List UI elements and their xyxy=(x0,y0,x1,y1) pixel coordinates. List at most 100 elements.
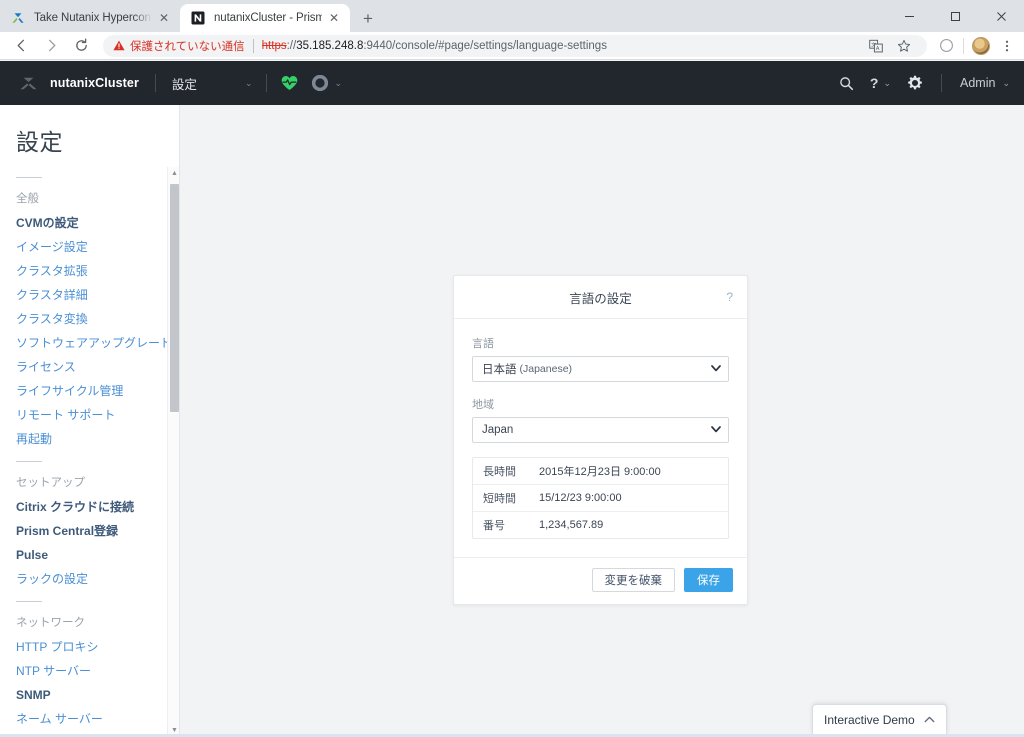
new-tab-button[interactable]: + xyxy=(354,4,382,32)
header-divider xyxy=(941,74,943,92)
svg-text:A: A xyxy=(876,46,880,52)
chevron-up-icon xyxy=(924,715,935,725)
window-close-button[interactable] xyxy=(978,0,1024,32)
interactive-demo-widget[interactable]: Interactive Demo xyxy=(812,704,947,734)
browser-tab-strip: Take Nutanix Hyperconverged Inf ✕ nutani… xyxy=(0,0,1024,32)
sidebar-item[interactable]: SNMP xyxy=(0,683,179,707)
save-button[interactable]: 保存 xyxy=(684,568,733,592)
chevron-down-icon[interactable]: ⌄ xyxy=(1002,78,1010,89)
header-right-actions: ? ⌄ Admin ⌄ xyxy=(823,74,1024,92)
header-divider xyxy=(154,74,156,92)
sidebar-group-label: セットアップ xyxy=(16,477,85,489)
sidebar-scrollbar[interactable]: ▲ ▼ xyxy=(167,167,179,737)
tab-close-icon[interactable]: ✕ xyxy=(326,10,342,26)
kebab-menu-icon[interactable] xyxy=(994,33,1020,59)
translate-icon[interactable]: 文 A xyxy=(863,35,889,57)
gear-icon[interactable] xyxy=(907,75,923,91)
preview-row-key: 番号 xyxy=(483,520,505,532)
sidebar-group-divider xyxy=(16,177,42,178)
nutanix-x-logo-icon[interactable] xyxy=(16,71,40,95)
sidebar-item[interactable]: クラスタ変換 xyxy=(0,307,179,331)
profile-circle-icon[interactable] xyxy=(933,33,959,59)
chevron-down-icon[interactable]: ⌄ xyxy=(245,78,253,89)
window-maximize-button[interactable] xyxy=(932,0,978,32)
sidebar-item[interactable]: NTP サーバー xyxy=(0,659,179,683)
sidebar-item[interactable]: クラスタ拡張 xyxy=(0,259,179,283)
sidebar-item[interactable]: CVMの設定 xyxy=(0,211,179,235)
scrollbar-thumb[interactable] xyxy=(170,184,179,412)
sidebar-item[interactable]: ソフトウェアアップグレード xyxy=(0,331,179,355)
help-icon[interactable]: ? xyxy=(870,75,879,91)
help-icon[interactable]: ? xyxy=(726,290,733,304)
sidebar-item[interactable]: イメージ設定 xyxy=(0,235,179,259)
sidebar-item[interactable]: ライフサイクル管理 xyxy=(0,379,179,403)
sidebar-item[interactable]: リモート サポート xyxy=(0,403,179,427)
sidebar-group-divider xyxy=(16,601,42,602)
address-bar-url: https://35.185.248.8:9440/console/#page/… xyxy=(262,40,607,52)
browser-tab-title: nutanixCluster - Prism Element xyxy=(214,12,322,24)
language-field-label: 言語 xyxy=(472,338,494,350)
sidebar-item[interactable]: 再起動 xyxy=(0,427,179,451)
discard-changes-button[interactable]: 変更を破棄 xyxy=(591,568,675,592)
dialog-title: 言語の設定 xyxy=(569,291,632,306)
chevron-down-icon[interactable]: ⌄ xyxy=(334,78,342,89)
sidebar-item[interactable]: Pulse xyxy=(0,543,179,567)
url-scheme: https xyxy=(261,39,287,52)
chevron-down-icon[interactable]: ⌄ xyxy=(883,78,891,89)
warning-triangle-icon xyxy=(113,40,125,51)
cluster-name[interactable]: nutanixCluster xyxy=(50,76,139,90)
scroll-up-arrow-icon[interactable]: ▲ xyxy=(168,167,179,180)
sidebar-item[interactable]: Citrix クラウドに接続 xyxy=(0,495,179,519)
dialog-header: 言語の設定 ? xyxy=(454,276,747,319)
account-avatar[interactable] xyxy=(968,33,994,59)
url-separator: :// xyxy=(286,39,297,52)
browser-tab-2[interactable]: nutanixCluster - Prism Element ✕ xyxy=(180,4,350,32)
browser-tab-title: Take Nutanix Hyperconverged Inf xyxy=(34,12,152,24)
back-button-icon[interactable] xyxy=(7,32,35,60)
url-path: :9440/console/#page/settings/language-se… xyxy=(363,39,607,52)
sidebar-item[interactable]: クラスタ詳細 xyxy=(0,283,179,307)
search-icon[interactable] xyxy=(839,76,854,91)
toolbar-divider xyxy=(963,37,964,54)
tab-list: Take Nutanix Hyperconverged Inf ✕ nutani… xyxy=(0,0,382,32)
preview-row-key: 長時間 xyxy=(483,466,516,478)
region-select[interactable]: Japan xyxy=(472,417,729,443)
sidebar-item[interactable]: ライセンス xyxy=(0,355,179,379)
omnibox-divider xyxy=(252,38,254,53)
region-field-label: 地域 xyxy=(472,399,494,411)
app-header: nutanixCluster 設定 ⌄ ⌄ ? ⌄ Admin ⌄ xyxy=(0,61,1024,105)
prism-element-favicon-icon xyxy=(190,10,206,26)
gray-ring-icon[interactable] xyxy=(312,75,329,91)
forward-button-icon[interactable] xyxy=(37,32,65,60)
language-select-value-sub: (Japanese) xyxy=(519,363,573,375)
current-page-label[interactable]: 設定 xyxy=(172,74,197,93)
language-select[interactable]: 日本語 (Japanese) xyxy=(472,356,729,382)
address-bar[interactable]: 保護されていない通信 https://35.185.248.8:9440/con… xyxy=(103,34,927,57)
preview-row-value: 2015年12月23日 9:00:00 xyxy=(539,466,661,478)
sidebar-item[interactable]: ネーム サーバー xyxy=(0,707,179,731)
sidebar-scroll-area: 全般 CVMの設定 イメージ設定 クラスタ拡張 クラスタ詳細 クラスタ変換 ソフトウェアアッ… xyxy=(0,167,179,737)
security-warning-text: 保護されていない通信 xyxy=(130,40,245,53)
nutanix-x-logo-icon xyxy=(10,10,26,26)
preview-row-value: 15/12/23 9:00:00 xyxy=(539,492,622,504)
url-host: 35.185.248.8 xyxy=(296,39,364,52)
bookmark-star-icon[interactable] xyxy=(891,35,917,57)
window-minimize-button[interactable] xyxy=(886,0,932,32)
sidebar-group-divider xyxy=(16,461,42,462)
sidebar-item[interactable]: HTTP プロキシ xyxy=(0,635,179,659)
green-heart-pulse-icon[interactable] xyxy=(281,75,298,91)
interactive-demo-label: Interactive Demo xyxy=(824,712,915,727)
reload-button-icon[interactable] xyxy=(67,32,95,60)
region-select-wrapper: Japan xyxy=(472,417,729,443)
region-select-value: Japan xyxy=(482,424,514,436)
table-row: 短時間 15/12/23 9:00:00 xyxy=(473,485,728,512)
preview-row-key: 短時間 xyxy=(483,493,516,505)
sidebar-item[interactable]: Prism Central登録 xyxy=(0,519,179,543)
dialog-body: 言語 日本語 (Japanese) 地域 Japan 長時間 2015年12月2… xyxy=(454,319,747,543)
user-menu-label[interactable]: Admin xyxy=(960,76,995,90)
sidebar-item[interactable]: ラックの設定 xyxy=(0,567,179,591)
browser-tab-1[interactable]: Take Nutanix Hyperconverged Inf ✕ xyxy=(0,4,180,32)
sidebar-group-list: 全般 CVMの設定 イメージ設定 クラスタ拡張 クラスタ詳細 クラスタ変換 ソフトウェアアッ… xyxy=(0,177,179,731)
tab-close-icon[interactable]: ✕ xyxy=(156,10,172,26)
window-controls xyxy=(886,0,1024,32)
